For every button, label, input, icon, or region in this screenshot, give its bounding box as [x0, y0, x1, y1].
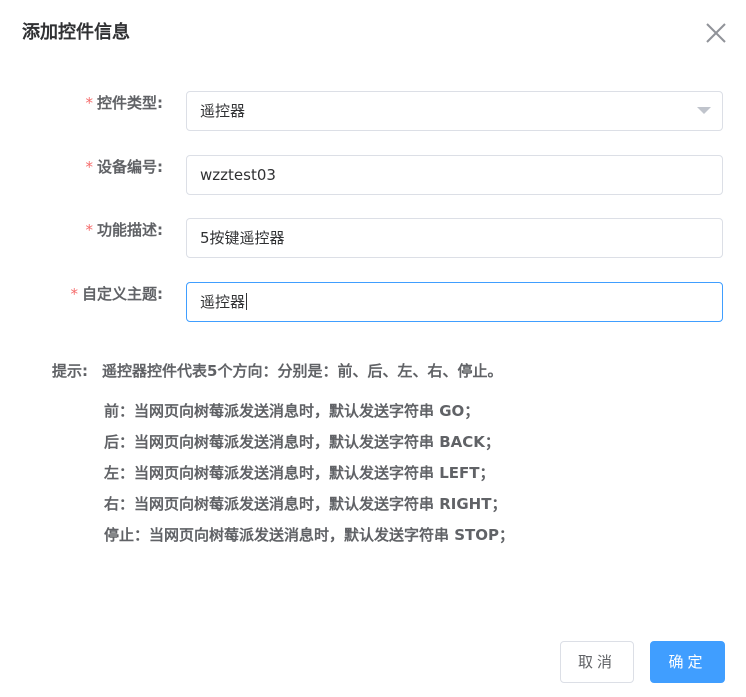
add-control-dialog: 添加控件信息 * 控件类型: 遥控器 * 设备编号: wzztest03 * 功能描述…: [0, 0, 746, 697]
device-id-label: * 设备编号:: [85, 158, 164, 176]
cancel-button[interactable]: 取消: [560, 641, 634, 683]
tip-line-left: 左：当网页向树莓派发送消息时，默认发送字符串 LEFT；: [104, 464, 495, 482]
required-mark: *: [85, 221, 94, 239]
control-type-label: * 控件类型:: [85, 94, 164, 112]
tip-line-stop: 停止：当网页向树莓派发送消息时，默认发送字符串 STOP；: [104, 526, 515, 544]
required-mark: *: [85, 94, 94, 112]
chevron-down-icon[interactable]: [697, 107, 711, 114]
device-id-value: wzztest03: [200, 166, 276, 184]
description-value: 5按键遥控器: [200, 229, 285, 247]
close-icon[interactable]: [703, 20, 729, 46]
form-row-custom-topic: * 自定义主题: 遥控器: [0, 282, 746, 324]
confirm-button[interactable]: 确定: [650, 641, 725, 683]
form-row-device-id: * 设备编号: wzztest03: [0, 155, 746, 197]
custom-topic-value: 遥控器: [200, 293, 248, 311]
device-id-input[interactable]: wzztest03: [186, 155, 723, 195]
tip-line-forward: 前：当网页向树莓派发送消息时，默认发送字符串 GO；: [104, 402, 480, 420]
form-row-control-type: * 控件类型: 遥控器: [0, 91, 746, 133]
text-caret: [246, 293, 248, 310]
control-type-select[interactable]: 遥控器: [186, 91, 723, 131]
dialog-title: 添加控件信息: [22, 22, 130, 43]
description-input[interactable]: 5按键遥控器: [186, 218, 723, 258]
required-mark: *: [85, 158, 94, 176]
custom-topic-input[interactable]: 遥控器: [186, 282, 723, 322]
control-type-value: 遥控器: [200, 102, 246, 120]
tip-line-back: 后：当网页向树莓派发送消息时，默认发送字符串 BACK；: [104, 433, 500, 451]
description-label: * 功能描述:: [85, 221, 164, 239]
form-row-description: * 功能描述: 5按键遥控器: [0, 218, 746, 260]
required-mark: *: [70, 285, 79, 303]
custom-topic-label: * 自定义主题:: [70, 285, 164, 303]
tip-line-right: 右：当网页向树莓派发送消息时，默认发送字符串 RIGHT；: [104, 495, 507, 513]
tips-summary: 提示: 遥控器控件代表5个方向：分别是：前、后、左、右、停止。: [52, 360, 502, 381]
tips-summary-text: 遥控器控件代表5个方向：分别是：前、后、左、右、停止。: [102, 362, 503, 380]
tips-label: 提示:: [52, 362, 88, 380]
